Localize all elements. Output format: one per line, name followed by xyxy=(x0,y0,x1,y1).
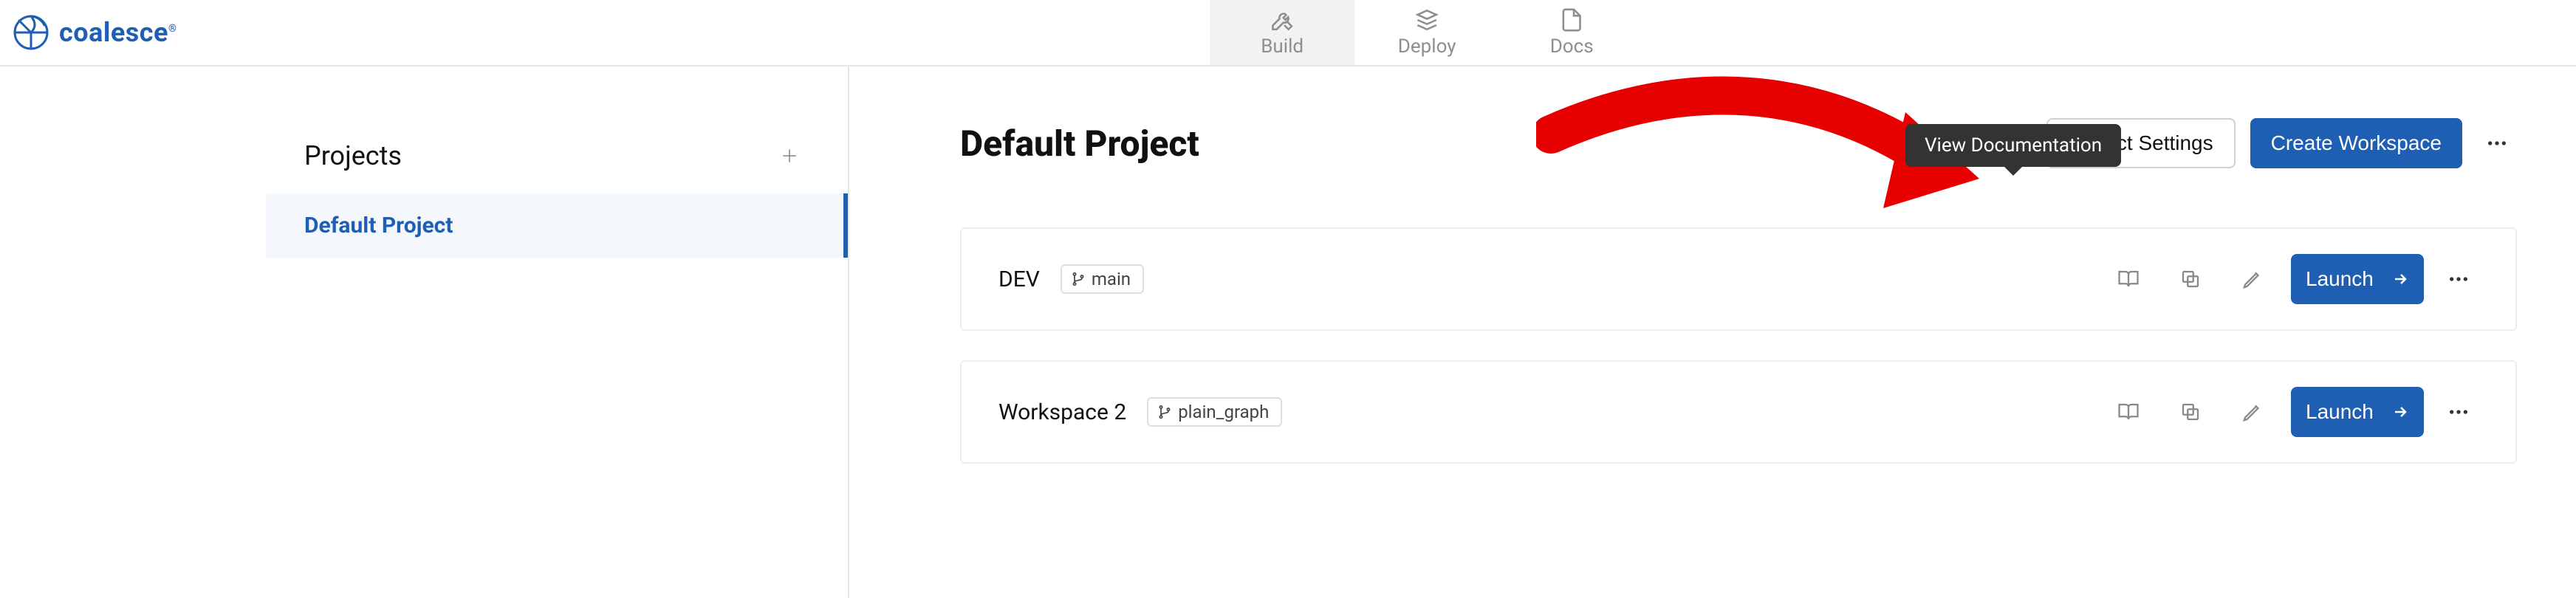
create-workspace-button[interactable]: Create Workspace xyxy=(2250,118,2462,168)
workspace-duplicate-button[interactable] xyxy=(2167,261,2214,297)
nav-build[interactable]: Build xyxy=(1210,0,1354,65)
git-branch-icon xyxy=(1071,272,1086,286)
git-branch-icon xyxy=(1157,405,1172,419)
ellipsis-icon xyxy=(2447,267,2470,291)
projects-heading: Projects xyxy=(304,140,402,171)
projects-header: Projects xyxy=(266,118,848,193)
launch-label: Launch xyxy=(2306,400,2374,424)
workspace-more-button[interactable] xyxy=(2439,259,2479,299)
nav-docs[interactable]: Docs xyxy=(1499,0,1644,65)
workspace-list: DEV main xyxy=(960,227,2517,464)
top-nav: Build Deploy Docs xyxy=(1210,0,1644,65)
launch-label: Launch xyxy=(2306,267,2374,291)
project-title-row: Default Project Project Settings Create … xyxy=(960,118,2517,168)
workspace-docs-button[interactable] xyxy=(2105,261,2152,297)
launch-button[interactable]: Launch xyxy=(2291,254,2424,304)
sidebar-project-item[interactable]: Default Project xyxy=(266,193,848,258)
topbar: coalesce® Build Deploy Docs xyxy=(0,0,2576,66)
ellipsis-icon xyxy=(2447,400,2470,424)
docs-icon xyxy=(1559,7,1584,32)
arrow-right-icon xyxy=(2391,403,2409,421)
build-icon xyxy=(1270,7,1295,32)
workspace-duplicate-button[interactable] xyxy=(2167,394,2214,430)
projects-sidebar: Projects Default Project xyxy=(0,66,849,598)
pencil-icon xyxy=(2241,401,2264,423)
view-documentation-tooltip: View Documentation xyxy=(1905,124,2121,167)
workspace-more-button[interactable] xyxy=(2439,392,2479,432)
arrow-right-icon xyxy=(2391,270,2409,288)
brand-name: coalesce® xyxy=(59,17,177,48)
project-detail: Default Project Project Settings Create … xyxy=(849,66,2576,598)
branch-name: main xyxy=(1092,269,1131,289)
nav-deploy-label: Deploy xyxy=(1398,35,1456,58)
book-open-icon xyxy=(2117,268,2140,290)
nav-docs-label: Docs xyxy=(1550,35,1594,58)
branch-pill[interactable]: main xyxy=(1061,264,1144,294)
project-title: Default Project xyxy=(960,123,2032,165)
workspace-name: Workspace 2 xyxy=(998,399,1126,425)
workspace-docs-button[interactable] xyxy=(2105,394,2152,430)
deploy-icon xyxy=(1414,7,1439,32)
main-body: Projects Default Project Default Project… xyxy=(0,66,2576,598)
branch-name: plain_graph xyxy=(1178,402,1269,422)
workspace-name: DEV xyxy=(998,267,1040,292)
branch-pill[interactable]: plain_graph xyxy=(1147,397,1282,427)
copy-icon xyxy=(2179,401,2202,423)
workspace-edit-button[interactable] xyxy=(2229,261,2276,297)
project-more-button[interactable] xyxy=(2477,123,2517,163)
pencil-icon xyxy=(2241,268,2264,290)
add-project-button[interactable] xyxy=(775,142,804,170)
workspace-row: DEV main xyxy=(960,227,2517,331)
nav-deploy[interactable]: Deploy xyxy=(1354,0,1499,65)
brand-logo[interactable]: coalesce® xyxy=(0,15,177,50)
book-open-icon xyxy=(2117,401,2140,423)
copy-icon xyxy=(2179,268,2202,290)
coalesce-logo-icon xyxy=(13,15,49,50)
workspace-row: Workspace 2 plain_graph xyxy=(960,360,2517,464)
ellipsis-icon xyxy=(2485,131,2509,155)
nav-build-label: Build xyxy=(1261,35,1304,58)
launch-button[interactable]: Launch xyxy=(2291,387,2424,437)
plus-icon xyxy=(780,146,799,165)
workspace-edit-button[interactable] xyxy=(2229,394,2276,430)
